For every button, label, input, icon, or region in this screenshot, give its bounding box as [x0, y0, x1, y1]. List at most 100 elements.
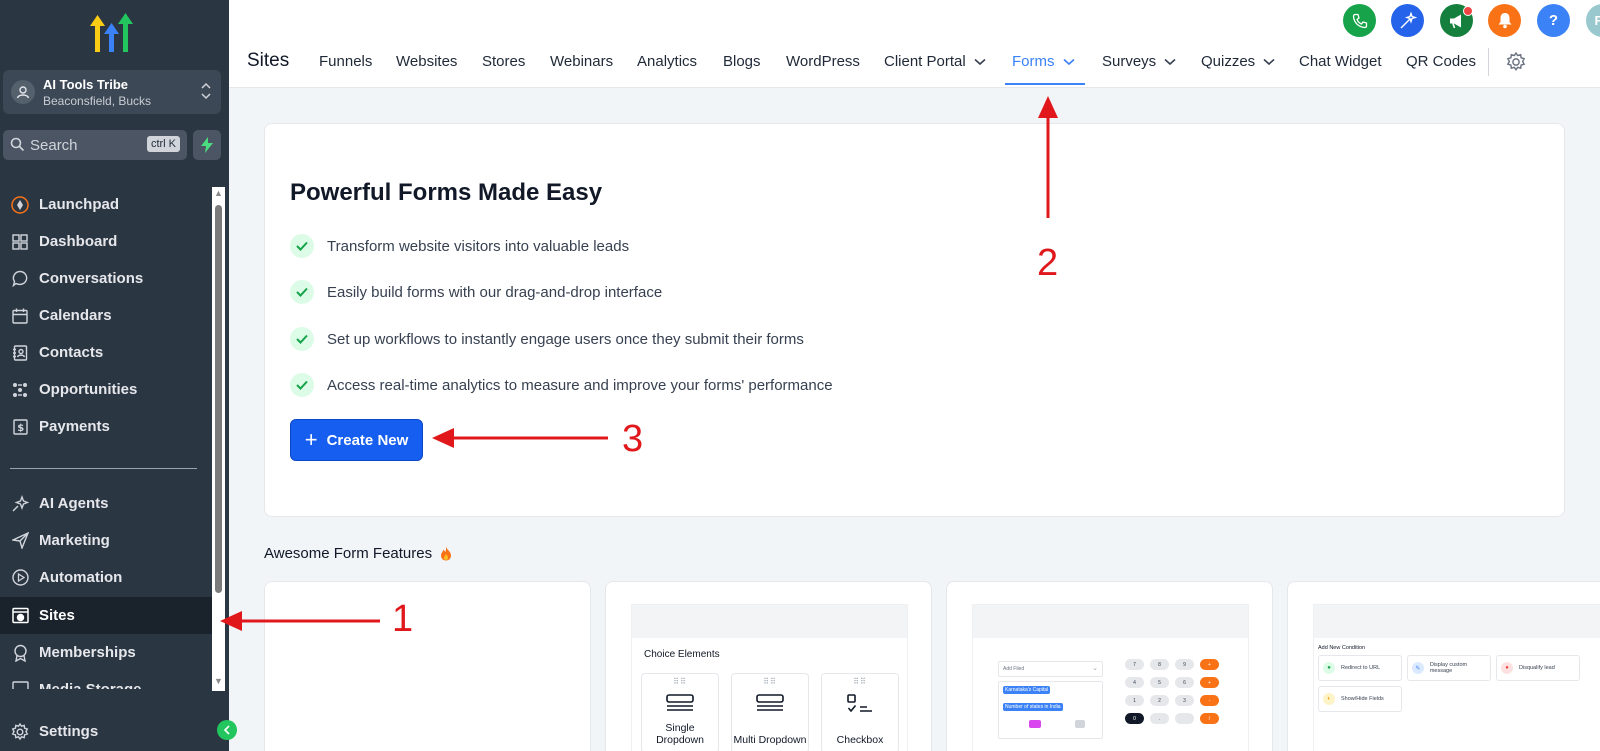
chevron-down-icon	[1164, 58, 1176, 65]
phone-icon	[1352, 13, 1367, 28]
sidebar-item-memberships[interactable]: Memberships	[0, 634, 212, 671]
quick-action-button[interactable]	[193, 130, 221, 160]
feature-item: Transform website visitors into valuable…	[290, 234, 629, 258]
tab-chat-widget[interactable]: Chat Widget	[1299, 53, 1382, 70]
announcements-button[interactable]	[1440, 4, 1473, 37]
annotation-label-3: 3	[622, 418, 644, 460]
conditions-title: Add New Condition	[1318, 645, 1366, 651]
condition-label: Display custom message	[1429, 662, 1468, 674]
account-name: AI Tools Tribe	[43, 77, 128, 92]
condition-option: ◐ Show/Hide Fields	[1318, 686, 1402, 712]
tab-analytics[interactable]: Analytics	[637, 53, 697, 70]
tab-forms[interactable]: Forms	[1012, 53, 1075, 70]
award-icon	[10, 643, 30, 663]
condition-option: ● Redirect to URL	[1318, 655, 1402, 681]
calc-key: +	[1200, 677, 1219, 688]
tab-surveys[interactable]: Surveys	[1102, 53, 1176, 70]
forms-intro-card: Powerful Forms Made Easy Transform websi…	[264, 123, 1565, 517]
create-new-button[interactable]: + Create New	[290, 419, 423, 461]
sidebar-item-calendars[interactable]: Calendars	[0, 297, 212, 334]
tab-websites[interactable]: Websites	[396, 53, 457, 70]
tab-qr-codes[interactable]: QR Codes	[1406, 53, 1476, 70]
sidebar-item-conversations[interactable]: Conversations	[0, 260, 212, 297]
calc-key: /	[1200, 713, 1219, 724]
feature-item: Set up workflows to instantly engage use…	[290, 327, 804, 351]
fire-icon	[441, 546, 452, 561]
sidebar-item-launchpad[interactable]: Launchpad	[0, 186, 212, 223]
chevron-down-icon	[974, 58, 986, 65]
add-field-select: Add Filed ⌄	[998, 661, 1103, 677]
sites-icon	[10, 606, 30, 626]
chevron-down-icon: ⌄	[1092, 665, 1098, 672]
sidebar-item-opportunities[interactable]: Opportunities	[0, 371, 212, 408]
help-icon: ?	[1548, 12, 1559, 29]
feature-card-choice-elements[interactable]: Choice Elements ⠿⠿ Single Dropdown ⠿⠿ Mu…	[605, 581, 932, 751]
sidebar-item-payments[interactable]: $ Payments	[0, 408, 212, 445]
search-input[interactable]: Search ctrl K	[3, 130, 187, 160]
sidebar-item-settings[interactable]: Settings	[0, 713, 212, 750]
calculator-keypad: 7 8 9 + 4 5 6 + 1 2 3 - 0 . /	[1119, 657, 1227, 751]
sidebar-item-ai-agents[interactable]: AI Agents	[0, 485, 212, 522]
sidebar-scroll-thumb[interactable]	[215, 205, 222, 593]
sidebar-overflow-clip: Media Storage	[0, 671, 212, 689]
feature-text: Transform website visitors into valuable…	[327, 237, 630, 255]
gear-icon	[10, 722, 30, 742]
sidebar-item-automation[interactable]: Automation	[0, 559, 212, 596]
features-section-title: Awesome Form Features	[264, 545, 452, 562]
formula-chip-pink	[1029, 720, 1042, 728]
sidebar-item-media-storage[interactable]: Media Storage	[0, 671, 212, 689]
feature-card-conditional-logic[interactable]: Add New Condition ● Redirect to URL ✎ Di…	[1287, 581, 1600, 751]
notifications-button[interactable]	[1488, 4, 1521, 37]
sidebar-item-sites[interactable]: Sites	[0, 597, 212, 634]
search-icon	[10, 137, 25, 157]
annotation-label-2: 2	[1037, 242, 1059, 284]
feature-card-math-calculation[interactable]: Add Filed ⌄ Karnataka's Capital Number o…	[946, 581, 1273, 751]
tab-label: Webinars	[550, 53, 614, 70]
sidebar-item-contacts[interactable]: Contacts	[0, 334, 212, 371]
lightning-icon	[201, 137, 213, 153]
tab-client-portal[interactable]: Client Portal	[884, 53, 986, 70]
annotation-label-1: 1	[392, 598, 414, 640]
sidebar-item-label: Media Storage	[39, 681, 142, 689]
scroll-up-arrow-icon[interactable]: ▲	[214, 188, 223, 198]
sidebar-item-label: Automation	[39, 569, 123, 586]
tab-wordpress[interactable]: WordPress	[786, 53, 860, 70]
condition-label: Show/Hide Fields	[1341, 696, 1384, 702]
tab-blogs[interactable]: Blogs	[723, 53, 761, 70]
check-icon	[290, 234, 314, 258]
megaphone-icon	[1449, 14, 1461, 28]
scroll-down-arrow-icon[interactable]: ▼	[214, 676, 223, 686]
sites-settings-button[interactable]	[1506, 51, 1526, 77]
single-dropdown-tile: ⠿⠿ Single Dropdown	[641, 673, 719, 751]
feature-item: Access real-time analytics to measure an…	[290, 373, 833, 397]
collapse-sidebar-button[interactable]	[217, 720, 237, 740]
bell-icon	[1498, 13, 1511, 29]
sidebar-item-label: Marketing	[39, 532, 110, 549]
chevron-updown-icon	[201, 82, 211, 105]
phone-button[interactable]	[1343, 4, 1376, 37]
tab-separator	[1488, 48, 1489, 76]
app-logo[interactable]	[88, 10, 136, 52]
sidebar-item-dashboard[interactable]: Dashboard	[0, 223, 212, 260]
tab-label: QR Codes	[1406, 53, 1477, 70]
feature-card[interactable]	[264, 581, 591, 751]
preview-header	[632, 605, 907, 638]
tab-label: Funnels	[319, 53, 373, 70]
sidebar-divider	[10, 468, 197, 469]
tab-webinars[interactable]: Webinars	[550, 53, 613, 70]
account-switcher[interactable]: AI Tools Tribe Beaconsfield, Bucks	[3, 70, 221, 114]
user-initials: FF	[1594, 13, 1600, 28]
payments-icon: $	[10, 417, 30, 437]
sidebar-item-marketing[interactable]: Marketing	[0, 522, 212, 559]
grid-icon	[10, 232, 30, 252]
tab-funnels[interactable]: Funnels	[319, 53, 372, 70]
checkbox-icon	[822, 694, 898, 716]
ai-assistant-button[interactable]	[1391, 4, 1424, 37]
tab-quizzes[interactable]: Quizzes	[1201, 53, 1275, 70]
choice-label: Multi Dropdown	[733, 734, 807, 746]
tab-stores[interactable]: Stores	[482, 53, 525, 70]
create-new-label: Create New	[326, 431, 409, 449]
calc-key: 1	[1125, 695, 1144, 706]
show-hide-icon: ◐	[1323, 693, 1335, 705]
calc-key-blank	[1175, 713, 1194, 724]
